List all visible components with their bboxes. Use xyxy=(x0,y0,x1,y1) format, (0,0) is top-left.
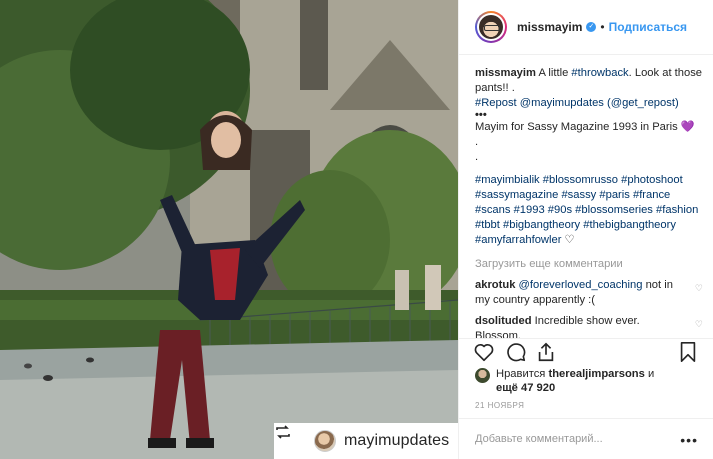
comment-username[interactable]: dsolituded xyxy=(475,315,532,327)
header-username[interactable]: missmayim xyxy=(517,20,582,34)
post-sidebar: missmayim ✓ • Подписаться missmayim A li… xyxy=(458,0,713,459)
hashtag[interactable]: #amyfarrahfowler xyxy=(475,234,561,246)
caption-username[interactable]: missmayim xyxy=(475,67,536,79)
hashtag[interactable]: #bigbangtheory xyxy=(503,219,580,231)
mention-get-repost[interactable]: (@get_repost) xyxy=(607,97,679,109)
hashtag[interactable]: #fashion xyxy=(656,204,698,216)
likes-summary: Нравится therealjimparsons и ещё 47 920 xyxy=(475,367,703,395)
hashtag[interactable]: #thebigbangtheory xyxy=(583,219,676,231)
hashtag[interactable]: #photoshoot xyxy=(621,174,683,186)
load-more-comments-button[interactable]: Загрузить еще комментарии xyxy=(475,257,703,272)
repost-avatar xyxy=(314,430,336,452)
like-icon[interactable] xyxy=(473,341,495,363)
comment-like-icon[interactable]: ♡ xyxy=(695,281,703,296)
share-icon[interactable] xyxy=(535,341,557,363)
hashtag[interactable]: #france xyxy=(633,189,670,201)
hashtag[interactable]: #mayimbialik xyxy=(475,174,540,186)
hashtag-repost[interactable]: #Repost xyxy=(475,97,517,109)
post-photo[interactable]: mayimupdates xyxy=(0,0,458,459)
hashtag[interactable]: #paris xyxy=(599,189,629,201)
purple-heart-icon: 💜 xyxy=(680,121,695,133)
repost-username: mayimupdates xyxy=(344,432,450,449)
caption-dot1: . xyxy=(475,136,479,148)
caption-text: A little xyxy=(538,67,569,79)
more-options-icon[interactable]: ••• xyxy=(680,432,698,448)
mention-mayimupdates[interactable]: @mayimupdates xyxy=(520,97,604,109)
comment-mention[interactable]: @foreverloved_coaching xyxy=(519,279,643,291)
follow-button[interactable]: Подписаться xyxy=(609,20,687,34)
liker-username[interactable]: therealjimparsons xyxy=(548,368,644,380)
caption-line2: Mayim for Sassy Magazine 1993 in Paris xyxy=(475,121,678,133)
hashtag[interactable]: #blossomseries xyxy=(575,204,653,216)
action-bar xyxy=(473,341,701,363)
post-date: 21 НОЯБРЯ xyxy=(475,401,525,410)
likes-prefix: Нравится xyxy=(496,368,546,380)
photo-illustration xyxy=(0,0,458,459)
bookmark-icon[interactable] xyxy=(677,341,699,363)
post-header: missmayim ✓ • Подписаться xyxy=(459,0,713,55)
comment-item: akrotuk @foreverloved_coaching not in my… xyxy=(475,278,703,308)
hashtag[interactable]: #scans xyxy=(475,204,510,216)
hashtag[interactable]: #1993 xyxy=(514,204,545,216)
comment-icon[interactable] xyxy=(505,341,527,363)
hashtag[interactable]: #sassy xyxy=(561,189,596,201)
hashtag[interactable]: #90s xyxy=(548,204,572,216)
hashtag[interactable]: #tbbt xyxy=(475,219,500,231)
header-separator: • xyxy=(600,20,605,34)
caption-bullets: ••• xyxy=(475,109,487,121)
likes-count-button[interactable]: ещё 47 920 xyxy=(496,382,555,394)
caption-trail-heart: ♡ xyxy=(564,234,575,246)
repost-icon xyxy=(276,425,304,450)
repost-overlay: mayimupdates xyxy=(274,423,458,459)
comments-section: missmayim A little #throwback. Look at t… xyxy=(475,66,703,344)
comment-item: dsolituded Incredible show ever. Blossom… xyxy=(475,314,703,344)
caption-dot2: . xyxy=(475,151,479,163)
liker-avatar[interactable] xyxy=(475,368,490,383)
hashtag-throwback[interactable]: #throwback xyxy=(571,67,628,79)
comment-like-icon[interactable]: ♡ xyxy=(695,317,703,332)
hashtag[interactable]: #sassymagazine xyxy=(475,189,558,201)
add-comment-input[interactable] xyxy=(475,433,675,445)
likes-mid: и xyxy=(647,368,655,380)
caption: missmayim A little #throwback. Look at t… xyxy=(475,66,703,248)
hashtag[interactable]: #blossomrusso xyxy=(543,174,618,186)
comment-username[interactable]: akrotuk xyxy=(475,279,515,291)
avatar[interactable] xyxy=(475,11,507,43)
divider xyxy=(459,338,713,339)
verified-badge-icon: ✓ xyxy=(586,22,597,32)
add-comment-bar: ••• xyxy=(459,418,713,459)
